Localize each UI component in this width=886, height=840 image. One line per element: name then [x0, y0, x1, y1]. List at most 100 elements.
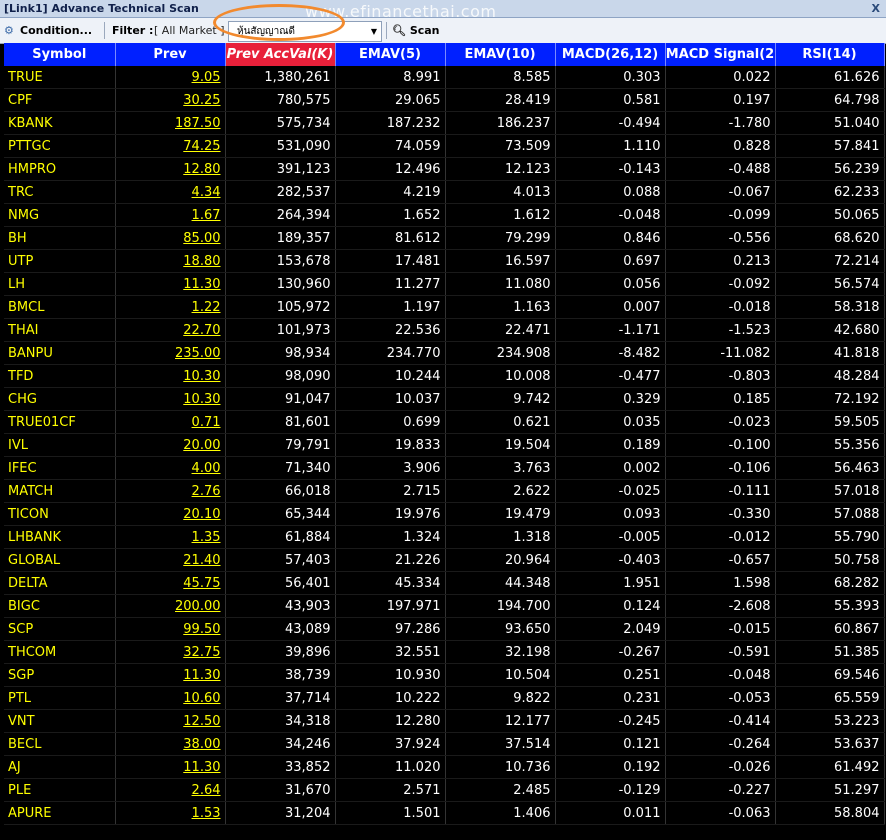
prev-price-link[interactable]: 10.30 [115, 387, 226, 411]
table-row[interactable]: PTL 10.60 37,714 10.222 9.822 0.231 -0.053 65.5… [4, 686, 885, 710]
prev-price-link[interactable]: 235.00 [115, 341, 226, 365]
column-header-emav10[interactable]: EMAV(10) [445, 43, 556, 66]
table-row[interactable]: TRC 4.34 282,537 4.219 4.013 0.088 -0.067 62.23… [4, 180, 885, 204]
table-row[interactable]: PTTGC 74.25 531,090 74.059 73.509 1.110 0.828 5… [4, 134, 885, 158]
table-row[interactable]: TICON 20.10 65,344 19.976 19.479 0.093 -0.330 5… [4, 502, 885, 526]
prev-price-link[interactable]: 10.60 [115, 686, 226, 710]
prev-price-link[interactable]: 45.75 [115, 571, 226, 595]
table-row[interactable]: CPF 30.25 780,575 29.065 28.419 0.581 0.197 64.… [4, 88, 885, 112]
table-row[interactable]: NMG 1.67 264,394 1.652 1.612 -0.048 -0.099 50.0… [4, 203, 885, 227]
table-row[interactable]: TRUE01CF 0.71 81,601 0.699 0.621 0.035 -0.023 5… [4, 410, 885, 434]
prev-price-link[interactable]: 11.30 [115, 663, 226, 687]
macd-cell: -0.005 [555, 525, 666, 549]
table-row[interactable]: LH 11.30 130,960 11.277 11.080 0.056 -0.092 56.… [4, 272, 885, 296]
prev-price-link[interactable]: 20.10 [115, 502, 226, 526]
symbol-cell: CPF [4, 88, 116, 112]
emav5-cell: 12.496 [335, 157, 446, 181]
prev-price-link[interactable]: 10.30 [115, 364, 226, 388]
table-row[interactable]: MATCH 2.76 66,018 2.715 2.622 -0.025 -0.111 57.… [4, 479, 885, 503]
table-row[interactable]: HMPRO 12.80 391,123 12.496 12.123 -0.143 -0.48… [4, 157, 885, 181]
emav10-cell: 9.742 [445, 387, 556, 411]
macd-cell: -0.143 [555, 157, 666, 181]
rsi-cell: 59.505 [775, 410, 885, 434]
prev-price-link[interactable]: 12.50 [115, 709, 226, 733]
table-row[interactable]: TRUE 9.05 1,380,261 8.991 8.585 0.303 0.022 61.… [4, 66, 885, 89]
table-row[interactable]: IVL 20.00 79,791 19.833 19.504 0.189 -0.100 55.… [4, 433, 885, 457]
emav5-cell: 8.991 [335, 66, 446, 89]
table-row[interactable]: SCP 99.50 43,089 97.286 93.650 2.049 -0.015 60.… [4, 617, 885, 641]
prev-price-link[interactable]: 32.75 [115, 640, 226, 664]
prev-price-link[interactable]: 20.00 [115, 433, 226, 457]
prev-price-link[interactable]: 200.00 [115, 594, 226, 618]
prev-price-link[interactable]: 21.40 [115, 548, 226, 572]
rsi-cell: 56.463 [775, 456, 885, 480]
prev-price-link[interactable]: 1.22 [115, 295, 226, 319]
table-row[interactable]: AJ 11.30 33,852 11.020 10.736 0.192 -0.026 61.4… [4, 755, 885, 779]
macd-cell: -0.048 [555, 203, 666, 227]
table-row[interactable]: PLE 2.64 31,670 2.571 2.485 -0.129 -0.227 51.29… [4, 778, 885, 802]
emav5-cell: 37.924 [335, 732, 446, 756]
emav10-cell: 234.908 [445, 341, 556, 365]
table-row[interactable]: BECL 38.00 34,246 37.924 37.514 0.121 -0.264 53… [4, 732, 885, 756]
macd-signal-cell: -0.803 [665, 364, 776, 388]
rsi-cell: 64.798 [775, 88, 885, 112]
symbol-cell: AJ [4, 755, 116, 779]
table-row[interactable]: TFD 10.30 98,090 10.244 10.008 -0.477 -0.803 48… [4, 364, 885, 388]
table-row[interactable]: APURE 1.53 31,204 1.501 1.406 0.011 -0.063 58.8… [4, 801, 885, 825]
table-row[interactable]: BH 85.00 189,357 81.612 79.299 0.846 -0.556 68.… [4, 226, 885, 250]
emav10-cell: 10.736 [445, 755, 556, 779]
column-header-prev[interactable]: Prev [115, 43, 226, 66]
chevron-down-icon[interactable]: ▼ [371, 22, 377, 41]
column-header-macd[interactable]: MACD(26,12) [555, 43, 666, 66]
prev-price-link[interactable]: 1.67 [115, 203, 226, 227]
table-row[interactable]: LHBANK 1.35 61,884 1.324 1.318 -0.005 -0.012 55… [4, 525, 885, 549]
table-row[interactable]: IFEC 4.00 71,340 3.906 3.763 0.002 -0.106 56.46… [4, 456, 885, 480]
prev-price-link[interactable]: 99.50 [115, 617, 226, 641]
column-header-macd-signal[interactable]: MACD Signal(2 [665, 43, 776, 66]
prev-price-link[interactable]: 11.30 [115, 755, 226, 779]
prev-price-link[interactable]: 18.80 [115, 249, 226, 273]
column-header-emav5[interactable]: EMAV(5) [335, 43, 446, 66]
prev-price-link[interactable]: 30.25 [115, 88, 226, 112]
column-header-prev-accval[interactable]: Prev AccVal(K) [225, 43, 336, 66]
table-row[interactable]: GLOBAL 21.40 57,403 21.226 20.964 -0.403 -0.65… [4, 548, 885, 572]
prev-price-link[interactable]: 1.53 [115, 801, 226, 825]
table-row[interactable]: THAI 22.70 101,973 22.536 22.471 -1.171 -1.523… [4, 318, 885, 342]
prev-price-link[interactable]: 1.35 [115, 525, 226, 549]
prev-price-link[interactable]: 2.64 [115, 778, 226, 802]
prev-price-link[interactable]: 74.25 [115, 134, 226, 158]
table-row[interactable]: UTP 18.80 153,678 17.481 16.597 0.697 0.213 72.… [4, 249, 885, 273]
rsi-cell: 57.018 [775, 479, 885, 503]
emav10-cell: 194.700 [445, 594, 556, 618]
prev-price-link[interactable]: 4.00 [115, 456, 226, 480]
macd-signal-cell: -2.608 [665, 594, 776, 618]
table-row[interactable]: SGP 11.30 38,739 10.930 10.504 0.251 -0.048 69.… [4, 663, 885, 687]
macd-cell: 2.049 [555, 617, 666, 641]
table-row[interactable]: KBANK 187.50 575,734 187.232 186.237 -0.494 -1… [4, 111, 885, 135]
prev-price-link[interactable]: 0.71 [115, 410, 226, 434]
table-row[interactable]: BIGC 200.00 43,903 197.971 194.700 0.124 -2.60… [4, 594, 885, 618]
column-header-symbol[interactable]: Symbol [4, 43, 116, 66]
table-row[interactable]: BANPU 235.00 98,934 234.770 234.908 -8.482 -11… [4, 341, 885, 365]
accval-cell: 61,884 [225, 525, 336, 549]
close-icon[interactable]: X [872, 0, 880, 17]
prev-price-link[interactable]: 2.76 [115, 479, 226, 503]
prev-price-link[interactable]: 187.50 [115, 111, 226, 135]
prev-price-link[interactable]: 9.05 [115, 66, 226, 89]
column-header-rsi[interactable]: RSI(14) [775, 43, 885, 66]
table-row[interactable]: BMCL 1.22 105,972 1.197 1.163 0.007 -0.018 58.3… [4, 295, 885, 319]
prev-price-link[interactable]: 12.80 [115, 157, 226, 181]
prev-price-link[interactable]: 38.00 [115, 732, 226, 756]
prev-price-link[interactable]: 22.70 [115, 318, 226, 342]
condition-button[interactable]: ⚙ Condition... [4, 21, 100, 40]
prev-price-link[interactable]: 11.30 [115, 272, 226, 296]
rsi-cell: 57.088 [775, 502, 885, 526]
emav10-cell: 28.419 [445, 88, 556, 112]
table-row[interactable]: CHG 10.30 91,047 10.037 9.742 0.329 0.185 72.19… [4, 387, 885, 411]
table-row[interactable]: DELTA 45.75 56,401 45.334 44.348 1.951 1.598 68… [4, 571, 885, 595]
prev-price-link[interactable]: 85.00 [115, 226, 226, 250]
table-row[interactable]: THCOM 32.75 39,896 32.551 32.198 -0.267 -0.591… [4, 640, 885, 664]
scan-button[interactable]: 🔍︎ Scan [392, 21, 452, 40]
prev-price-link[interactable]: 4.34 [115, 180, 226, 204]
table-row[interactable]: VNT 12.50 34,318 12.280 12.177 -0.245 -0.414 53… [4, 709, 885, 733]
